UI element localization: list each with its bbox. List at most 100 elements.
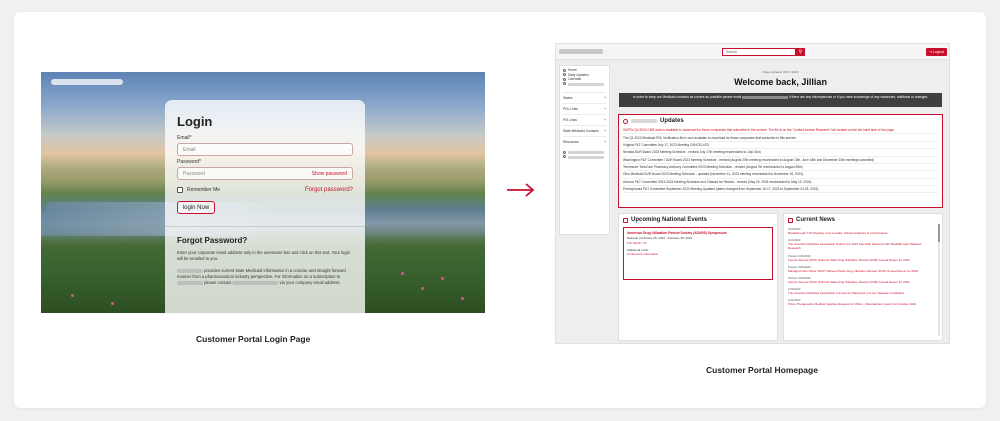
login-page-screenshot: Login Email* Email Password* Password Sh… xyxy=(41,72,485,313)
search-button[interactable]: ⚲ xyxy=(796,48,805,56)
password-placeholder: Password xyxy=(183,170,205,177)
email-field[interactable]: Email xyxy=(177,143,353,156)
event-location: Fort Worth, TX xyxy=(627,241,647,245)
sidebar: Home Daily Updates Calendar States + PDL … xyxy=(559,65,610,235)
sidebar-group-ps-links[interactable]: P/S Links + xyxy=(563,114,606,125)
homepage-screenshot: Search ⚲ ⇥ Logout Home Daily Updates Cal… xyxy=(555,43,950,344)
news-item[interactable]: 4/10/2023 The American Diabetes Associati… xyxy=(788,238,938,250)
news-item[interactable]: 4/13/2023 Breakthrough T1D Meeting: now a… xyxy=(788,227,938,235)
show-password-link[interactable]: Show password xyxy=(312,171,347,177)
login-title: Login xyxy=(177,114,213,129)
news-scrollbar[interactable] xyxy=(938,224,940,336)
news-icon xyxy=(788,217,793,223)
flower-decoration xyxy=(401,272,404,275)
checkbox-icon xyxy=(177,187,183,193)
events-title: Upcoming National Events xyxy=(631,217,708,223)
news-link[interactable]: Managed Care Plans (MCP) National State … xyxy=(788,269,932,273)
update-item[interactable]: Nevada DUR Board 2023 Meeting Schedule -… xyxy=(623,149,938,157)
user-icon xyxy=(563,150,566,154)
sidebar-group-resources[interactable]: Resources + xyxy=(563,136,606,147)
events-panel: Upcoming National Events American Drug U… xyxy=(618,213,778,341)
redacted-text xyxy=(232,281,279,286)
news-item[interactable]: 1/23/2023 Prime Therapeutics Medical Supp… xyxy=(788,298,938,306)
updates-panel: Updates SUPRx Q4 2016 CMS data is availa… xyxy=(618,114,943,208)
update-item[interactable]: The Q1 2023 Medicaid PDL Verification fi… xyxy=(623,134,938,142)
news-link[interactable]: Fee-for-Service (FFS) National State Dru… xyxy=(788,258,932,262)
event-date: National | February 26, 2024 - February … xyxy=(627,236,693,240)
news-link[interactable]: Fee-for-Service (FFS) National State Dru… xyxy=(788,280,932,284)
update-item[interactable]: Virginia P&T Committee July 17, 2023 Mee… xyxy=(623,142,938,150)
news-item[interactable]: Posted: 3/29/2023 Fee-for-Service (FFS) N… xyxy=(788,254,938,262)
plus-icon: + xyxy=(604,96,606,100)
redacted-text xyxy=(177,269,203,274)
top-bar: Search ⚲ ⇥ Logout xyxy=(556,44,949,60)
sidebar-group-states[interactable]: States + xyxy=(563,92,606,103)
news-link[interactable]: Breakthrough T1D Meeting: now a reality.… xyxy=(788,231,932,235)
password-field[interactable]: Password Show password xyxy=(177,167,353,180)
event-title[interactable]: American Drug Utilization Review Society… xyxy=(627,231,769,235)
sidebar-item-redacted[interactable] xyxy=(563,150,606,155)
sidebar-item-redacted[interactable] xyxy=(563,155,606,160)
remember-me-checkbox[interactable]: Remember Me xyxy=(177,187,220,193)
remember-me-label: Remember Me xyxy=(187,187,221,193)
home-icon xyxy=(563,68,566,72)
update-item[interactable]: Ohio Medicaid DUR Board 2023 Meeting Sch… xyxy=(623,171,938,179)
logout-icon: ⇥ xyxy=(929,50,933,54)
login-button[interactable]: login Now xyxy=(177,201,215,214)
welcome-title: Welcome back, Jillian xyxy=(734,77,827,87)
about-text-part: via your company email address xyxy=(279,280,340,286)
home-caption: Customer Portal Homepage xyxy=(706,365,818,375)
news-link[interactable]: The American Diabetes Association Announ… xyxy=(788,291,932,295)
forgot-password-text: Enter your corporate email address only … xyxy=(177,250,350,262)
update-item[interactable]: Pennsylvania P&T Committee September 202… xyxy=(623,186,938,194)
about-text-part: please contact xyxy=(204,280,232,286)
sidebar-item-label: Calendar xyxy=(568,77,582,81)
update-item[interactable]: SUPRx Q4 2016 CMS data is available to d… xyxy=(623,127,938,135)
news-title: Current News xyxy=(796,217,836,223)
password-label: Password* xyxy=(177,159,201,165)
event-link[interactable]: Conference Information xyxy=(627,252,769,256)
news-item[interactable]: 1/20/2023 The American Diabetes Associati… xyxy=(788,287,938,295)
calendar-icon xyxy=(623,217,628,223)
logout-button[interactable]: ⇥ Logout xyxy=(926,48,947,56)
search-icon: ⚲ xyxy=(798,49,803,55)
company-logo xyxy=(559,49,603,54)
event-card[interactable]: American Drug Utilization Review Society… xyxy=(623,227,773,280)
update-item[interactable]: Tennessee TennCare Pharmacy Advisory Com… xyxy=(623,164,938,172)
sidebar-group-state-medicaid-contacts[interactable]: State Medicaid Contacts + xyxy=(563,125,606,136)
sidebar-group-label: State Medicaid Contacts xyxy=(563,129,599,133)
news-item[interactable]: Posted: 3/29/2023 Fee-for-Service (FFS) N… xyxy=(788,276,938,284)
plus-icon: + xyxy=(604,118,606,122)
lock-icon xyxy=(563,155,566,159)
email-placeholder: Email xyxy=(183,146,196,153)
about-text: provides current state Medicaid informat… xyxy=(177,268,353,286)
update-item[interactable]: Arizona P&T Committee 2023-2024 Meeting … xyxy=(623,179,938,186)
sidebar-item-redacted[interactable] xyxy=(563,82,606,87)
about-text-part: provides current state Medicaid informat… xyxy=(177,268,346,280)
sidebar-group-label: States xyxy=(563,96,573,100)
search-input[interactable]: Search xyxy=(722,48,796,56)
news-link[interactable]: Prime Therapeutics Medical Supplies Requ… xyxy=(788,302,932,306)
forgot-password-link[interactable]: Forgot password? xyxy=(305,187,353,193)
news-link[interactable]: The American Diabetes Association Debuts… xyxy=(788,242,932,250)
redacted-text xyxy=(568,155,604,159)
last-updated: Page Updated: 08.17.2023 xyxy=(762,70,799,74)
flower-decoration xyxy=(111,302,114,305)
plus-icon: + xyxy=(604,107,606,111)
scrollbar-thumb[interactable] xyxy=(938,224,940,242)
sidebar-group-pdl-links[interactable]: PDL Links + xyxy=(563,103,606,114)
flower-decoration xyxy=(421,287,424,290)
flower-decoration xyxy=(71,294,74,297)
redacted-text xyxy=(631,119,657,123)
sidebar-group-label: P/S Links xyxy=(563,118,577,122)
updates-icon xyxy=(623,118,628,124)
news-list: 4/13/2023 Breakthrough T1D Meeting: now a… xyxy=(788,227,938,307)
plus-icon: + xyxy=(604,140,606,144)
news-item[interactable]: Posted: 3/29/2023 Managed Care Plans (MCP… xyxy=(788,265,938,273)
updates-list: SUPRx Q4 2016 CMS data is available to d… xyxy=(623,127,938,194)
update-item[interactable]: Washington P&T Committee / DUR Board 202… xyxy=(623,157,938,164)
login-caption: Customer Portal Login Page xyxy=(196,334,311,344)
company-logo xyxy=(51,79,123,85)
flower-decoration xyxy=(461,297,464,300)
redacted-text xyxy=(177,281,203,286)
